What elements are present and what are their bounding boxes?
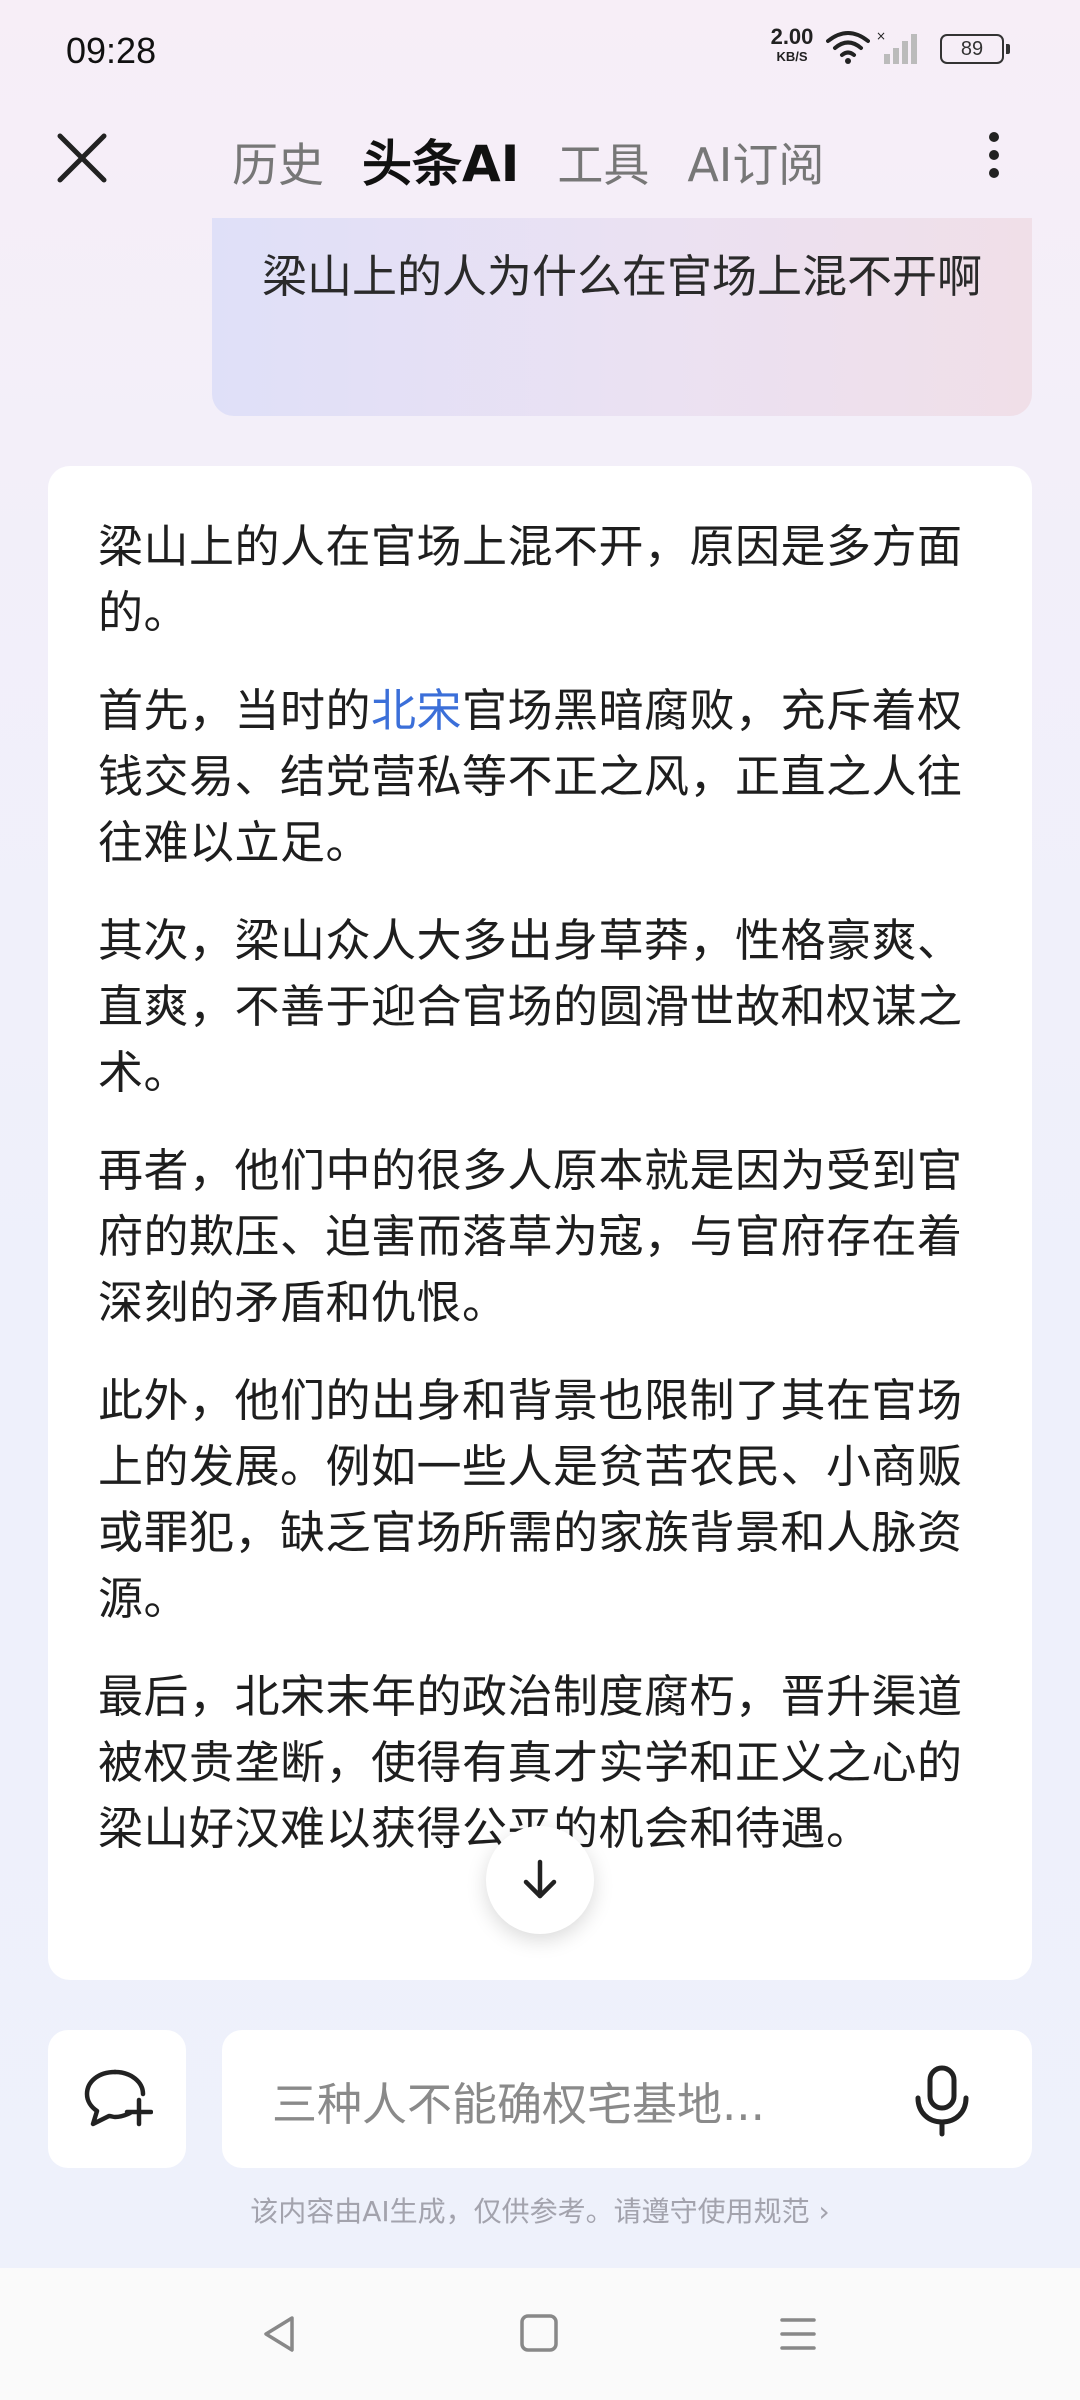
scroll-down-button[interactable] [486, 1826, 594, 1934]
status-time: 09:28 [66, 30, 157, 71]
more-vertical-icon[interactable] [978, 124, 1010, 194]
close-icon[interactable] [52, 128, 112, 188]
message-input[interactable]: 三种人不能确权宅基地... [222, 2030, 1032, 2168]
tab-ai-subscription[interactable]: AI订阅 [687, 129, 824, 195]
status-bar: 09:28 2.00 KB/S × 89 [0, 0, 1080, 100]
tab-toutiao-ai[interactable]: 头条AI [362, 124, 519, 196]
ai-disclaimer[interactable]: 该内容由AI生成，仅供参考。请遵守使用规范 › [0, 2190, 1080, 2230]
tab-history[interactable]: 历史 [232, 129, 324, 195]
menu-lines-icon[interactable] [774, 2310, 822, 2358]
microphone-icon[interactable] [902, 2060, 982, 2140]
tab-bar: 历史 头条AI 工具 AI订阅 [232, 124, 824, 196]
arrow-down-icon [523, 1859, 557, 1899]
ai-answer-card: 梁山上的人在官场上混不开，原因是多方面的。 首先，当时的北宋官场黑暗腐败，充斥着… [48, 466, 1032, 1980]
answer-text: 首先，当时的 [98, 684, 372, 737]
top-nav: 历史 头条AI 工具 AI订阅 [0, 110, 1080, 200]
network-speed-unit: KB/S [776, 49, 808, 64]
battery-icon: 89 [940, 34, 1010, 64]
answer-paragraph: 梁山上的人在官场上混不开，原因是多方面的。 [98, 520, 963, 639]
new-chat-icon [84, 2069, 153, 2127]
wifi-icon [826, 31, 870, 64]
entity-link[interactable]: 北宋 [371, 684, 462, 737]
input-placeholder: 三种人不能确权宅基地... [272, 2078, 765, 2131]
new-chat-button[interactable] [48, 2030, 186, 2168]
battery-level: 89 [960, 37, 984, 60]
answer-paragraph: 此外，他们的出身和背景也限制了其在官场上的发展。例如一些人是贫苦农民、小商贩或罪… [98, 1374, 963, 1625]
answer-paragraph: 首先，当时的北宋官场黑暗腐败，充斥着权钱交易、结党营私等不正之风，正直之人往往难… [98, 678, 982, 876]
signal-icon: × [876, 30, 917, 64]
network-speed: 2.00 KB/S [762, 24, 822, 64]
answer-paragraph: 再者，他们中的很多人原本就是因为受到官府的欺压、迫害而落草为寇，与官府存在着深刻… [98, 1144, 963, 1329]
network-speed-value: 2.00 [770, 24, 814, 49]
answer-paragraph: 其次，梁山众人大多出身草莽，性格豪爽、直爽，不善于迎合官场的圆滑世故和权谋之术。 [98, 914, 963, 1099]
system-nav-bar [0, 2268, 1080, 2400]
user-question-bubble: 梁山上的人为什么在官场上混不开啊 [212, 218, 1032, 416]
tab-tools[interactable]: 工具 [557, 129, 649, 195]
home-square-icon[interactable] [518, 2312, 560, 2354]
back-triangle-icon[interactable] [256, 2310, 304, 2358]
svg-text:×: × [876, 30, 886, 43]
